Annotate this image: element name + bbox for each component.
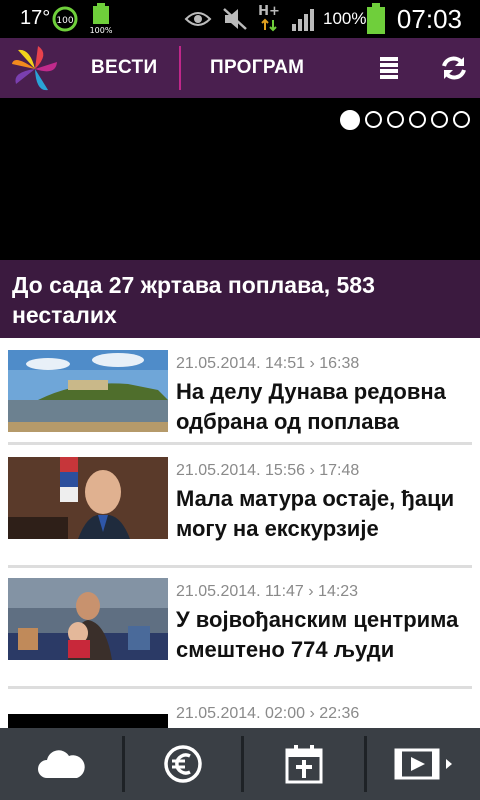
battery-small-icon: 100% xyxy=(90,3,113,35)
pager-dot[interactable] xyxy=(409,111,426,128)
muted-icon xyxy=(223,8,247,30)
weather-button[interactable] xyxy=(0,728,122,800)
hero-pager xyxy=(340,109,470,130)
cleaner-100-icon: 100 xyxy=(52,6,78,32)
news-title: На делу Дунава редовна одбрана од поплав… xyxy=(176,379,446,434)
currency-button[interactable] xyxy=(125,728,241,800)
battery-icon xyxy=(367,3,385,34)
calendar-button[interactable] xyxy=(244,728,364,800)
clock-label: 07:03 xyxy=(396,4,462,34)
hero-image[interactable] xyxy=(0,98,480,260)
pager-dot[interactable] xyxy=(431,111,448,128)
nav-divider xyxy=(179,46,181,90)
pager-dot[interactable] xyxy=(453,111,470,128)
bottom-toolbar xyxy=(0,728,480,800)
news-thumbnail xyxy=(8,714,168,728)
refresh-icon[interactable] xyxy=(440,54,468,82)
news-title: Мала матура остаје, ђаци могу на екскурз… xyxy=(176,486,455,541)
video-icon xyxy=(394,748,452,780)
news-thumbnail xyxy=(8,578,168,660)
temperature-label: 17° xyxy=(20,7,51,29)
svg-text:H+: H+ xyxy=(258,4,280,19)
list-divider xyxy=(8,686,472,689)
data-hplus-icon: H+ xyxy=(258,4,280,32)
pager-dot[interactable] xyxy=(365,111,382,128)
weather-icon xyxy=(38,750,85,778)
currency-euro-icon xyxy=(164,745,202,783)
svg-text:100%: 100% xyxy=(90,26,113,35)
pager-dot[interactable] xyxy=(340,109,360,130)
hero-caption[interactable]: До сада 27 жртава поплава, 583 несталих xyxy=(0,260,480,338)
nav-program[interactable]: ПРОГРАМ xyxy=(210,38,304,98)
app-header: ВЕСТИ ПРОГРАМ xyxy=(0,38,480,98)
news-list: 21.05.2014. 14:51 › 16:38 На делу Дунава… xyxy=(0,338,480,728)
news-meta: 21.05.2014. 11:47 › 14:23 xyxy=(176,583,359,600)
calendar-icon xyxy=(285,745,323,784)
news-meta: 21.05.2014. 14:51 › 16:38 xyxy=(176,355,360,372)
status-bar: 17° 100 100% H+ 100% 07:03 xyxy=(0,0,480,38)
news-meta: 21.05.2014. 02:00 › 22:36 xyxy=(176,705,360,722)
menu-icon[interactable] xyxy=(378,56,400,80)
eye-icon xyxy=(184,12,212,26)
news-thumbnail xyxy=(8,350,168,432)
nav-vesti[interactable]: ВЕСТИ xyxy=(91,38,157,98)
battery-percent-label: 100% xyxy=(323,9,367,28)
news-title: У војвођанским центрима смештено 774 људ… xyxy=(176,607,459,662)
signal-icon xyxy=(292,9,314,31)
list-divider xyxy=(8,565,472,568)
pager-dot[interactable] xyxy=(387,111,404,128)
list-divider xyxy=(8,442,472,445)
app-logo-icon[interactable] xyxy=(10,44,60,94)
news-thumbnail xyxy=(8,457,168,539)
news-meta: 21.05.2014. 15:56 › 17:48 xyxy=(176,462,360,479)
svg-text:100: 100 xyxy=(56,16,73,26)
video-button[interactable] xyxy=(367,728,480,800)
